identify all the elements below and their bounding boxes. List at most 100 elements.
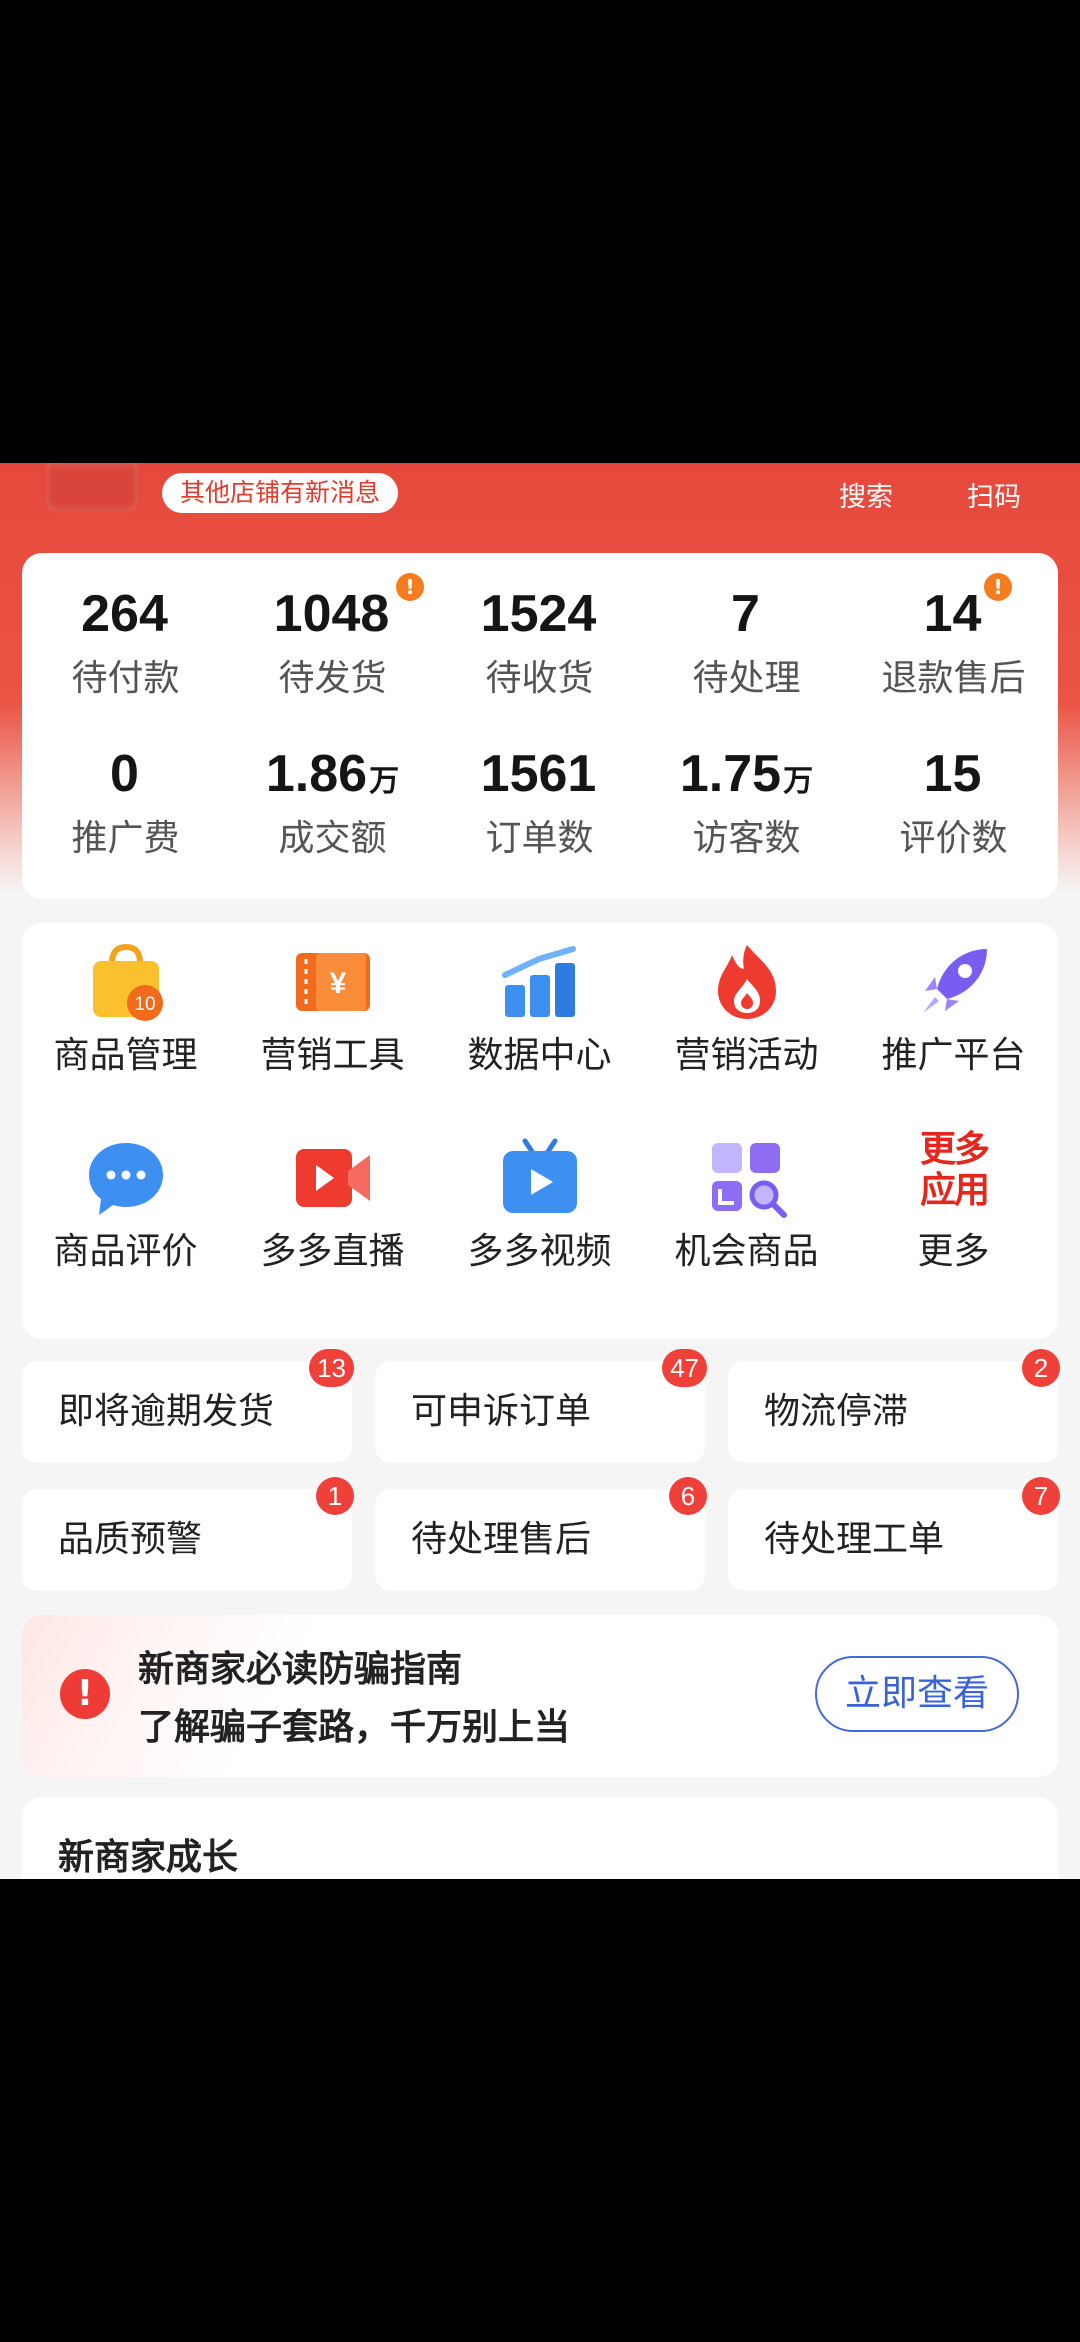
app-label: 机会商品: [674, 1231, 819, 1272]
scan-label: 扫码: [967, 482, 1021, 513]
section-title: 新商家成长: [58, 1837, 239, 1878]
app-label: 多多视频: [467, 1231, 612, 1272]
app-product-management[interactable]: 10 商品管理: [22, 923, 229, 1113]
stat-value: 264: [81, 585, 168, 643]
stat-pending-payment[interactable]: 264 待付款: [22, 583, 229, 701]
task-label: 即将逾期发货: [58, 1391, 275, 1432]
scan-button[interactable]: ⌗ 扫码: [944, 463, 1044, 523]
app-opportunity-products[interactable]: 机会商品: [643, 1119, 850, 1309]
stat-value: 1.75: [679, 745, 782, 803]
stat-label: 待发货: [278, 658, 387, 699]
stat-label: 订单数: [485, 818, 594, 859]
stat-value: 1.86: [265, 745, 368, 803]
more-apps-icon: 更多 应用: [919, 1129, 990, 1211]
app-label: 商品评价: [53, 1231, 198, 1272]
task-count-badge: 47: [662, 1349, 707, 1387]
stat-label: 成交额: [278, 818, 387, 859]
stat-label: 待处理: [692, 658, 801, 699]
stat-gmv[interactable]: 1.86万 成交额: [229, 743, 436, 861]
banner-title: 新商家必读防骗指南: [138, 1649, 463, 1690]
task-pending-tickets[interactable]: 待处理工单 7: [728, 1477, 1060, 1591]
store-avatar[interactable]: [46, 463, 138, 511]
refund-alert-icon: !: [984, 573, 1012, 601]
stat-refund-aftersale[interactable]: 14 退款售后: [850, 583, 1057, 701]
stat-value: 0: [110, 745, 139, 803]
flame-icon: [718, 945, 776, 1019]
app-shortcuts-card: 10 商品管理 ¥ 营销工具 数据中心 营销活动 推广平台 商品评价 多多直播 …: [22, 923, 1058, 1339]
app-data-center[interactable]: 数据中心: [436, 923, 643, 1113]
rocket-icon: [923, 949, 987, 1013]
app-duoduo-live[interactable]: 多多直播: [229, 1119, 436, 1309]
stat-order-count[interactable]: 1561 订单数: [436, 743, 643, 861]
task-quality-warning[interactable]: 品质预警 1: [22, 1477, 354, 1591]
app-label: 多多直播: [260, 1231, 405, 1272]
search-button[interactable]: ⌕ 搜索: [816, 463, 916, 523]
app-label: 更多: [917, 1231, 990, 1272]
shopping-bag-icon: 10: [93, 943, 163, 1021]
chat-bubble-icon: [89, 1143, 163, 1215]
app-promotion-platform[interactable]: 推广平台: [850, 923, 1057, 1113]
app-label: 推广平台: [881, 1035, 1026, 1076]
view-now-button[interactable]: 立即查看: [815, 1656, 1019, 1732]
task-label: 待处理工单: [764, 1519, 945, 1560]
stat-value: 14: [923, 585, 982, 643]
app-marketing-tools[interactable]: ¥ 营销工具: [229, 923, 436, 1113]
video-tv-icon: [503, 1138, 577, 1213]
app-duoduo-video[interactable]: 多多视频: [436, 1119, 643, 1309]
merchant-home-screen: 其他店铺有新消息 ⌕ 搜索 ⌗ 扫码 264 待付款 1048 待发货 1524…: [0, 463, 1080, 1879]
other-store-notice[interactable]: 其他店铺有新消息: [162, 473, 399, 513]
task-count-badge: 6: [669, 1477, 707, 1515]
task-pending-aftersale[interactable]: 待处理售后 6: [375, 1477, 707, 1591]
stat-label: 访客数: [692, 818, 801, 859]
task-label: 品质预警: [58, 1519, 203, 1560]
stat-value: 15: [923, 745, 982, 803]
stat-label: 待收货: [485, 658, 594, 699]
stat-promotion-cost[interactable]: 0 推广费: [22, 743, 229, 861]
task-label: 可申诉订单: [411, 1391, 592, 1432]
stat-label: 退款售后: [881, 658, 1026, 699]
app-marketing-events[interactable]: 营销活动: [643, 923, 850, 1113]
grid-search-icon: [712, 1143, 787, 1218]
warning-icon: !: [60, 1669, 110, 1719]
task-count-badge: 1: [316, 1477, 354, 1515]
stat-unit: 万: [369, 765, 400, 798]
app-label: 数据中心: [467, 1035, 612, 1076]
pending-shipment-alert-icon: !: [396, 573, 424, 601]
new-merchant-growth-card: 新商家成长: [22, 1797, 1058, 1879]
stat-review-count[interactable]: 15 评价数: [850, 743, 1057, 861]
bar-chart-icon: [502, 946, 576, 1017]
task-label: 物流停滞: [764, 1391, 909, 1432]
stat-label: 待付款: [71, 658, 180, 699]
task-count-badge: 13: [309, 1349, 354, 1387]
task-appealable-orders[interactable]: 可申诉订单 47: [375, 1349, 707, 1463]
search-label: 搜索: [839, 482, 893, 513]
stat-pending-receipt[interactable]: 1524 待收货: [436, 583, 643, 701]
app-label: 营销工具: [260, 1035, 405, 1076]
anti-fraud-banner[interactable]: ! 新商家必读防骗指南 了解骗子套路，千万别上当 立即查看: [22, 1615, 1058, 1777]
task-overdue-shipment[interactable]: 即将逾期发货 13: [22, 1349, 354, 1463]
stat-pending-shipment[interactable]: 1048 待发货: [229, 583, 436, 701]
app-label: 商品管理: [53, 1035, 198, 1076]
stat-value: 1524: [480, 585, 597, 643]
task-label: 待处理售后: [411, 1519, 592, 1560]
task-count-badge: 7: [1022, 1477, 1060, 1515]
task-logistics-stalled[interactable]: 物流停滞 2: [728, 1349, 1060, 1463]
coupon-icon: ¥: [296, 953, 370, 1011]
stat-value: 7: [731, 585, 760, 643]
task-count-badge: 2: [1022, 1349, 1060, 1387]
stat-value: 1561: [480, 745, 597, 803]
stat-visitor-count[interactable]: 1.75万 访客数: [643, 743, 850, 861]
app-more[interactable]: 更多 应用 更多: [850, 1119, 1057, 1309]
order-stats-card: 264 待付款 1048 待发货 1524 待收货 7 待处理 14 退款售后 …: [22, 553, 1058, 899]
stat-unit: 万: [783, 765, 814, 798]
coupon-currency: ¥: [330, 967, 347, 1000]
bag-number: 10: [134, 994, 155, 1015]
live-camera-icon: [296, 1149, 370, 1207]
banner-subtitle: 了解骗子套路，千万别上当: [138, 1707, 571, 1748]
stat-label: 评价数: [899, 818, 1008, 859]
app-label: 营销活动: [674, 1035, 819, 1076]
stat-value: 1048: [273, 585, 390, 643]
stat-pending-process[interactable]: 7 待处理: [643, 583, 850, 701]
app-product-reviews[interactable]: 商品评价: [22, 1119, 229, 1309]
stat-label: 推广费: [71, 818, 180, 859]
